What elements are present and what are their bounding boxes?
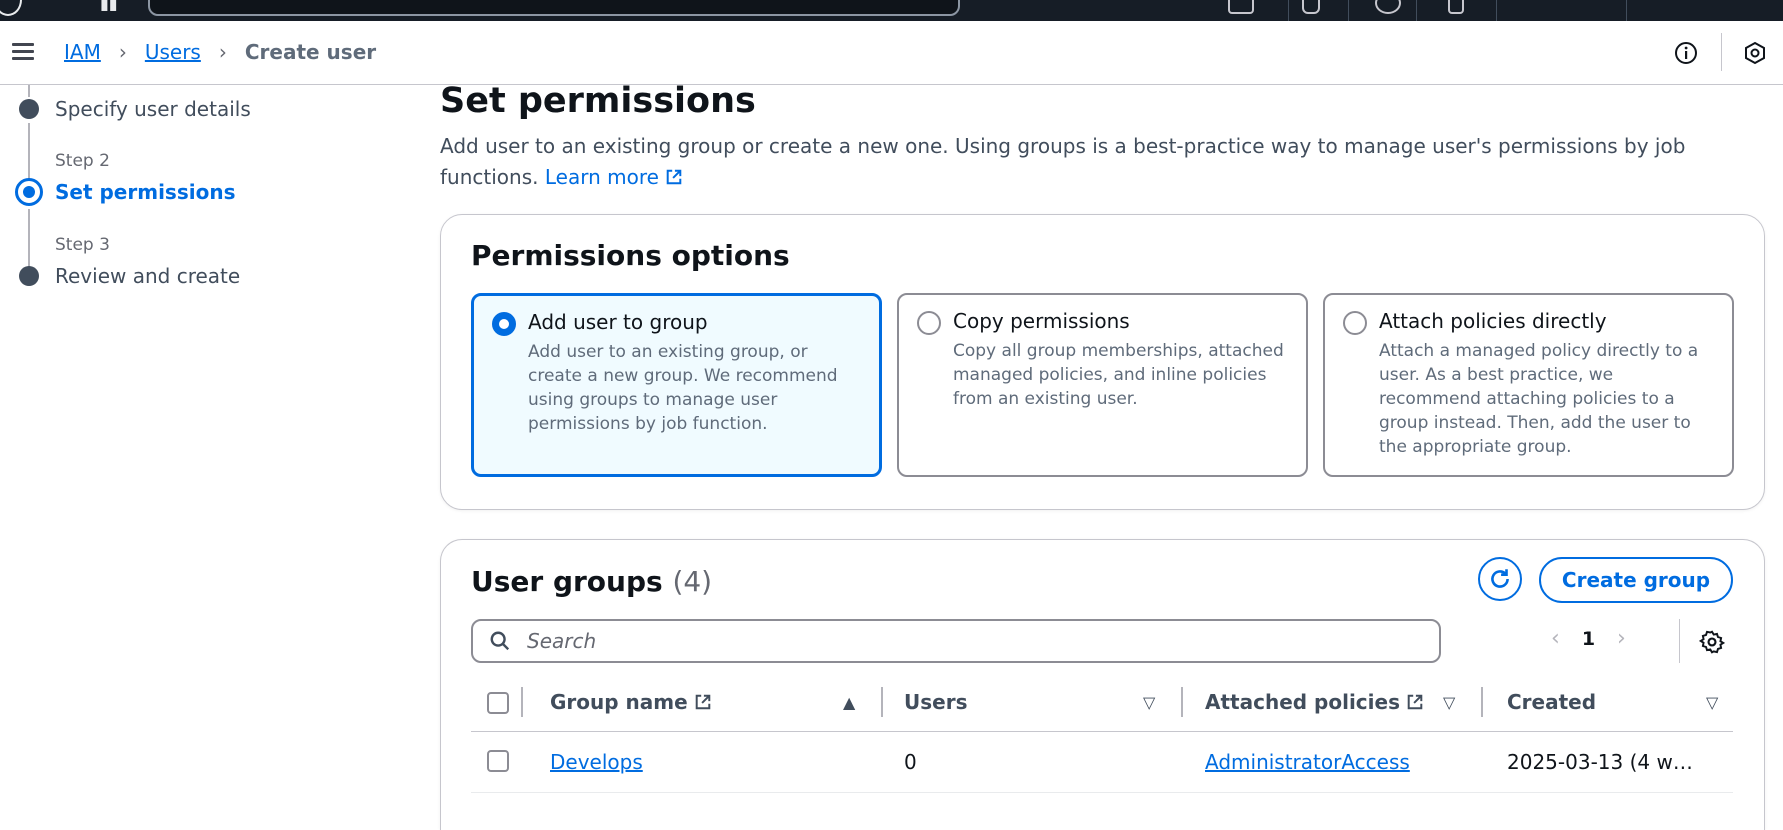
permissions-options-panel: Permissions options Add user to group Ad… [440, 214, 1765, 510]
cell-attached-policies: AdministratorAccess [1205, 750, 1410, 774]
aws-logo-icon[interactable] [0, 0, 22, 16]
header-divider [1721, 33, 1722, 71]
chevron-right-icon[interactable]: › [1617, 626, 1626, 651]
topbar-divider [1348, 0, 1349, 21]
column-divider [881, 687, 883, 717]
user-groups-count: (4) [672, 565, 713, 598]
page-number[interactable]: 1 [1582, 628, 1595, 650]
user-groups-heading: User groups [471, 565, 663, 598]
radio-attach-policies-directly[interactable] [1343, 311, 1367, 335]
security-shield-icon[interactable] [1743, 41, 1767, 65]
option-attach-policies-directly[interactable]: Attach policies directly Attach a manage… [1323, 293, 1734, 477]
search-icon [490, 631, 510, 651]
breadcrumb: IAM › Users › Create user [64, 40, 376, 64]
refresh-icon [1491, 569, 1509, 588]
option-label: Attach policies directly [1379, 309, 1607, 333]
sort-ascending-icon[interactable]: ▲ [843, 693, 855, 712]
help-icon[interactable] [1375, 0, 1401, 14]
option-add-user-to-group[interactable]: Add user to group Add user to an existin… [471, 293, 882, 477]
column-attached-policies-label: Attached policies [1205, 690, 1400, 714]
group-link[interactable]: Develops [550, 750, 643, 774]
page-title: Set permissions [440, 81, 756, 121]
topbar-divider [1496, 0, 1497, 21]
chevron-left-icon[interactable]: ‹ [1551, 626, 1560, 651]
page-description: Add user to an existing group or create … [440, 131, 1770, 193]
table-header-row: Group name ▲ Users ▽ Attached policies ▽… [471, 675, 1733, 732]
external-link-icon [1407, 694, 1423, 710]
pagination: ‹ 1 › [1551, 626, 1626, 651]
console-top-bar: ▮▮ [0, 0, 1783, 21]
user-groups-panel: User groups (4) Create group ‹ 1 › [440, 539, 1765, 830]
search-input[interactable] [525, 628, 1429, 654]
sort-icon[interactable]: ▽ [1443, 693, 1455, 712]
column-group-name-label: Group name [550, 690, 688, 714]
option-description: Add user to an existing group, or create… [528, 342, 838, 434]
column-group-name[interactable]: Group name [550, 690, 712, 714]
column-divider [521, 687, 523, 717]
option-description: Attach a managed policy directly to a us… [1379, 341, 1699, 457]
external-link-icon [666, 169, 682, 185]
option-copy-permissions[interactable]: Copy permissions Copy all group membersh… [897, 293, 1308, 477]
select-all-checkbox[interactable] [487, 692, 509, 714]
topbar-divider [1288, 0, 1289, 21]
learn-more-link[interactable]: Learn more [545, 165, 683, 189]
refresh-button[interactable] [1478, 557, 1522, 601]
learn-more-label: Learn more [544, 165, 659, 189]
column-divider [1481, 687, 1483, 717]
breadcrumb-current: Create user [244, 40, 377, 64]
row-checkbox[interactable] [487, 750, 509, 772]
table-settings-gear-icon[interactable] [1699, 629, 1725, 655]
breadcrumb-iam-link[interactable]: IAM [64, 40, 101, 64]
cell-group-name: Develops [550, 750, 643, 774]
settings-icon[interactable] [1448, 0, 1464, 14]
pager-divider [1679, 619, 1680, 663]
column-attached-policies[interactable]: Attached policies [1205, 690, 1424, 714]
radio-copy-permissions[interactable] [917, 311, 941, 335]
step-3-caption: Step 3 [55, 235, 110, 255]
step-connector [28, 85, 30, 97]
step-3-title: Review and create [55, 264, 241, 288]
cell-created: 2025-03-13 (4 w… [1507, 750, 1693, 774]
permissions-options-title: Permissions options [471, 239, 790, 272]
external-link-icon [695, 694, 710, 710]
breadcrumb-users-link[interactable]: Users [145, 40, 201, 64]
user-groups-title: User groups (4) [471, 565, 712, 598]
cloudshell-icon[interactable] [1228, 0, 1254, 14]
step-2-caption: Step 2 [55, 151, 110, 171]
table-row: Develops 0 AdministratorAccess 2025-03-1… [471, 732, 1733, 793]
menu-icon[interactable] [12, 43, 34, 61]
option-description: Copy all group memberships, attached man… [953, 341, 1284, 409]
group-search-box[interactable] [471, 619, 1441, 663]
step-1-title[interactable]: Specify user details [55, 97, 251, 121]
option-label: Copy permissions [953, 309, 1130, 333]
step-2-indicator [15, 178, 43, 206]
services-grid-icon[interactable]: ▮▮ [100, 0, 118, 13]
notifications-icon[interactable] [1302, 0, 1320, 14]
radio-add-user-to-group[interactable] [492, 312, 516, 336]
wizard-steps-nav: Specify user details Step 2 Set permissi… [0, 85, 400, 405]
create-group-button[interactable]: Create group [1539, 557, 1733, 603]
console-search-input[interactable] [148, 0, 960, 16]
breadcrumb-header: IAM › Users › Create user [0, 21, 1783, 85]
step-2-title[interactable]: Set permissions [55, 180, 235, 204]
policy-link[interactable]: AdministratorAccess [1205, 750, 1410, 774]
step-1-indicator [19, 99, 39, 119]
column-divider [1181, 687, 1183, 717]
sort-icon[interactable]: ▽ [1706, 693, 1718, 712]
chevron-right-icon: › [218, 40, 227, 64]
info-icon[interactable] [1674, 41, 1698, 65]
sort-icon[interactable]: ▽ [1143, 693, 1155, 712]
topbar-divider [1626, 0, 1627, 21]
cell-users: 0 [904, 750, 917, 774]
chevron-right-icon: › [118, 40, 127, 64]
column-users[interactable]: Users [904, 690, 967, 714]
topbar-divider [1416, 0, 1417, 21]
step-3-indicator [19, 266, 39, 286]
option-label: Add user to group [528, 310, 708, 334]
column-created[interactable]: Created [1507, 690, 1596, 714]
